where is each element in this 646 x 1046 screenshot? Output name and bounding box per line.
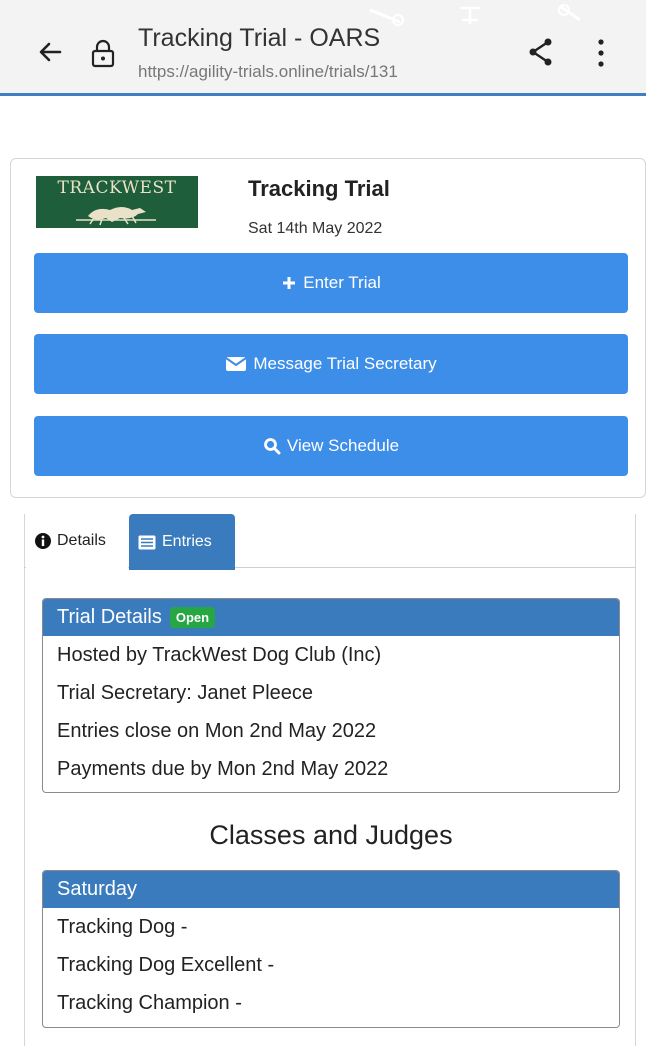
view-schedule-button[interactable]: View Schedule	[34, 416, 628, 476]
trial-details-list: Trial Details Open Hosted by TrackWest D…	[42, 598, 620, 793]
view-schedule-label: View Schedule	[286, 436, 400, 455]
browser-page-title: Tracking Trial - OARS	[138, 24, 381, 52]
classes-day: Saturday	[57, 878, 138, 900]
list-item: Tracking Champion -	[57, 991, 242, 1014]
back-arrow-icon[interactable]	[34, 36, 66, 68]
list-item: Tracking Dog Excellent -	[57, 953, 275, 976]
club-logo-text: TRACKWEST	[57, 178, 177, 198]
trial-date: Sat 14th May 2022	[248, 220, 383, 237]
enter-trial-button[interactable]: Enter Trial	[34, 253, 628, 313]
screen-overlay-icon	[369, 4, 581, 26]
list-icon	[138, 535, 156, 549]
list-item: Tracking Dog -	[57, 915, 188, 938]
enter-trial-label: Enter Trial	[303, 273, 381, 292]
browser-toolbar: Tracking Trial - OARS https://agility-tr…	[0, 0, 646, 96]
club-logo: TRACKWEST	[36, 176, 198, 228]
classes-list: Saturday Tracking Dog - Tracking Dog Exc…	[42, 870, 620, 1028]
browser-url[interactable]: https://agility-trials.online/trials/131	[138, 62, 398, 82]
more-vert-icon[interactable]	[596, 38, 606, 68]
message-secretary-label: Message Trial Secretary	[253, 354, 437, 373]
envelope-icon	[225, 357, 247, 371]
trial-details-heading: Trial Details	[57, 606, 162, 628]
plus-icon	[283, 277, 296, 289]
message-secretary-button[interactable]: Message Trial Secretary	[34, 334, 628, 394]
list-item: Entries close on Mon 2nd May 2022	[57, 719, 377, 742]
tab-details[interactable]: Details	[26, 514, 128, 568]
trial-title: Tracking Trial	[248, 176, 390, 201]
tab-entries[interactable]: Entries	[129, 514, 235, 570]
lock-icon[interactable]	[90, 38, 116, 68]
classes-day-header: Saturday	[43, 871, 619, 908]
dog-logo-icon	[76, 207, 156, 226]
search-icon	[264, 438, 281, 455]
classes-title: Classes and Judges	[209, 820, 453, 850]
trial-details-header: Trial Details Open	[43, 599, 619, 636]
status-badge: Open	[169, 607, 216, 628]
tab-entries-label: Entries	[162, 533, 212, 550]
list-item: Hosted by TrackWest Dog Club (Inc)	[57, 643, 382, 666]
share-icon[interactable]	[526, 36, 556, 68]
info-icon	[35, 533, 51, 549]
tab-details-label: Details	[57, 532, 106, 549]
list-item: Trial Secretary: Janet Pleece	[57, 681, 314, 704]
list-item: Payments due by Mon 2nd May 2022	[57, 757, 389, 780]
